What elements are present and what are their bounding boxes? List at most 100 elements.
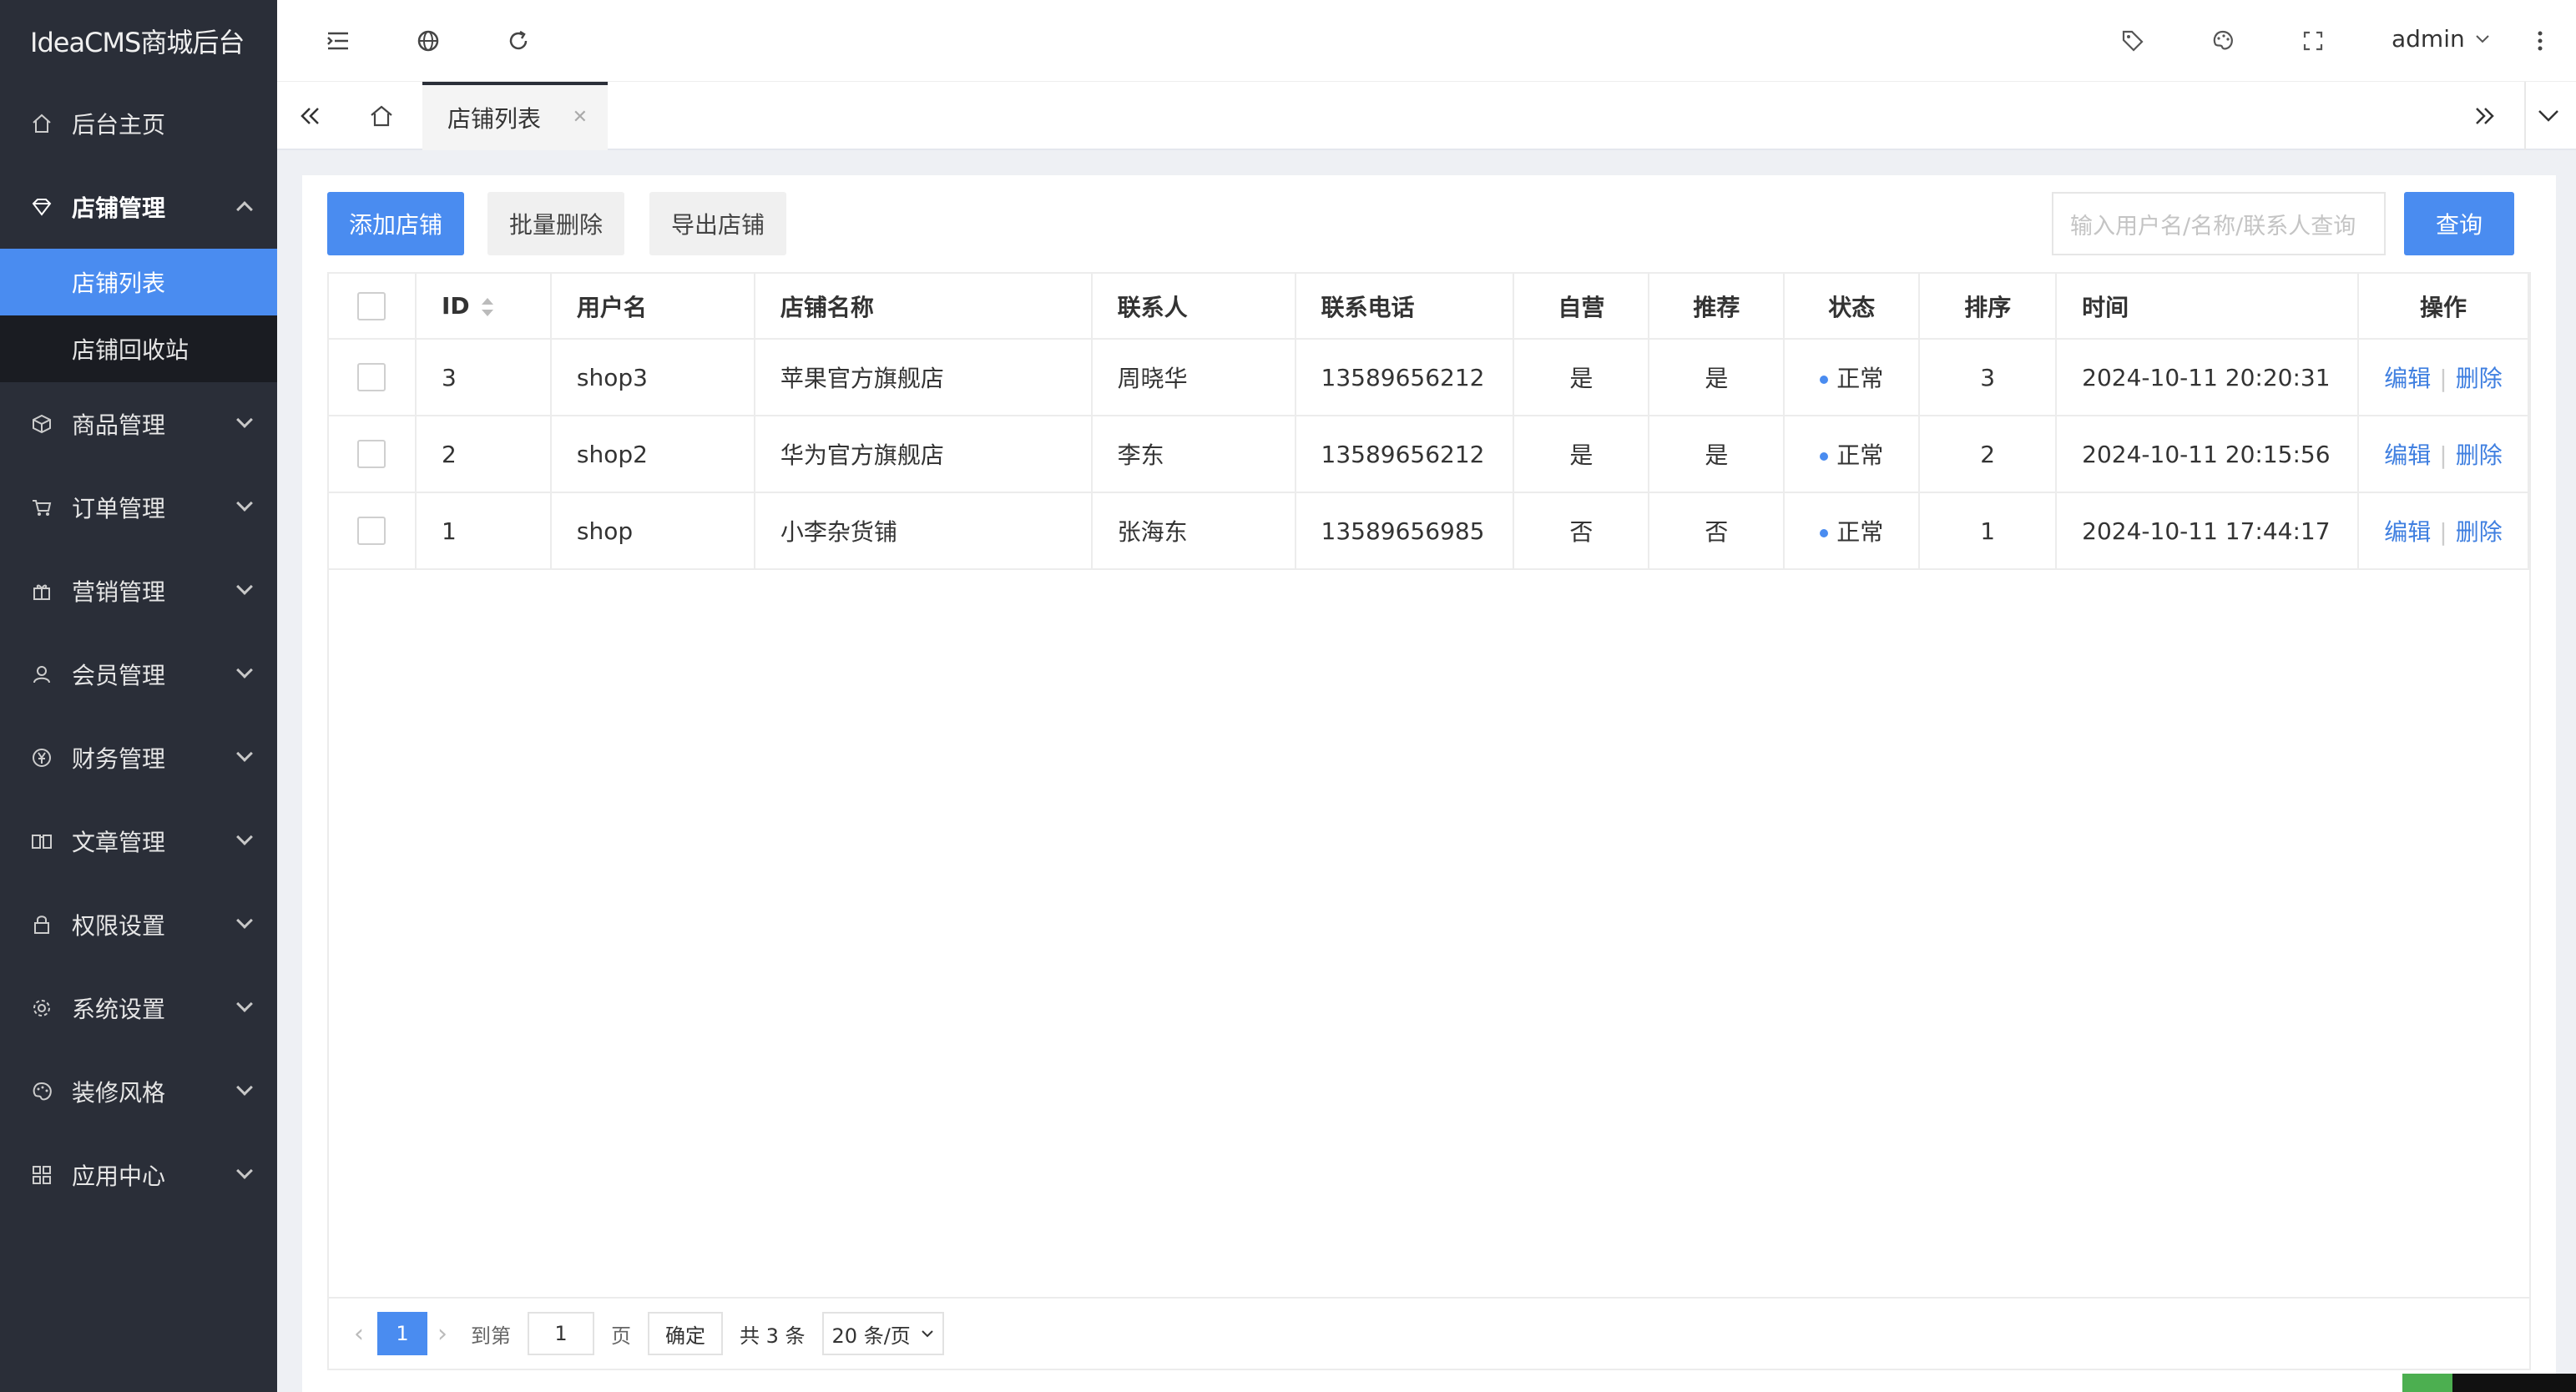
sidebar-item-finance[interactable]: 财务管理 (0, 716, 277, 799)
chevron-up-icon (236, 201, 253, 218)
delete-link[interactable]: 删除 (2456, 441, 2503, 469)
goto-page-input[interactable]: 1 (528, 1312, 594, 1355)
tabs-scroll-left-icon[interactable] (295, 102, 324, 130)
batch-delete-button[interactable]: 批量删除 (487, 192, 624, 255)
cell-status: 正常 (1784, 492, 1921, 570)
total-count: 共 3 条 (740, 1324, 806, 1348)
cart-icon (30, 496, 53, 519)
sidebar-item-label: 应用中心 (72, 1163, 166, 1190)
menu-fold-icon[interactable] (324, 27, 352, 55)
cell-sort: 1 (1919, 492, 2058, 570)
chevron-down-icon (236, 912, 253, 929)
more-vertical-icon[interactable] (2526, 27, 2554, 55)
cell-self-run: 是 (1513, 339, 1650, 416)
export-shop-button[interactable]: 导出店铺 (649, 192, 786, 255)
sidebar-item-label: 订单管理 (72, 495, 166, 522)
close-icon[interactable]: ✕ (573, 107, 588, 128)
cell-time: 2024-10-11 17:44:17 (2056, 492, 2360, 570)
yen-icon (30, 746, 53, 769)
cell-id: 1 (415, 492, 552, 570)
home-tab-icon[interactable] (367, 102, 396, 130)
col-actions: 操作 (2358, 274, 2529, 340)
sidebar-item-decoration[interactable]: 装修风格 (0, 1050, 277, 1133)
delete-link[interactable]: 删除 (2456, 365, 2503, 392)
search-input[interactable]: 输入用户名/名称/联系人查询 (2052, 192, 2386, 255)
col-sort: 排序 (1919, 274, 2058, 340)
home-icon (30, 112, 53, 135)
sidebar-item-label: 店铺管理 (72, 194, 166, 222)
sidebar-item-home[interactable]: 后台主页 (0, 82, 277, 165)
sidebar-item-orders[interactable]: 订单管理 (0, 466, 277, 549)
edit-link[interactable]: 编辑 (2384, 518, 2431, 546)
col-id[interactable]: ID (415, 274, 552, 340)
tabs-scroll-right-icon[interactable] (2471, 102, 2499, 130)
sidebar-item-system[interactable]: 系统设置 (0, 966, 277, 1050)
cell-recommend: 否 (1649, 492, 1786, 570)
chevron-down-icon (236, 996, 253, 1012)
add-shop-button[interactable]: 添加店铺 (327, 192, 464, 255)
tabs-bar: 店铺列表 ✕ (277, 82, 2576, 150)
gear-icon (30, 996, 53, 1020)
cell-shop-name: 华为官方旗舰店 (754, 416, 1093, 493)
prev-page-icon[interactable]: ‹ (354, 1319, 364, 1349)
edit-link[interactable]: 编辑 (2384, 441, 2431, 469)
cell-sort: 2 (1919, 416, 2058, 493)
chevron-down-icon (236, 662, 253, 678)
row-checkbox[interactable] (329, 339, 417, 416)
tag-icon[interactable] (2119, 27, 2147, 55)
page-size-select[interactable]: 20 条/页 (821, 1312, 944, 1355)
col-status: 状态 (1784, 274, 1921, 340)
goto-confirm-button[interactable]: 确定 (648, 1312, 723, 1355)
sidebar-subitem-shop-recycle[interactable]: 店铺回收站 (0, 315, 277, 382)
action-separator: | (2439, 365, 2447, 392)
cell-actions: 编辑 | 删除 (2358, 492, 2529, 570)
sidebar-item-label: 营销管理 (72, 578, 166, 606)
sidebar-item-marketing[interactable]: 营销管理 (0, 549, 277, 633)
app-logo: IdeaCMS商城后台 (30, 27, 245, 58)
query-button[interactable]: 查询 (2404, 192, 2514, 255)
chevron-down-icon (236, 1079, 253, 1096)
sort-icon[interactable] (481, 298, 493, 316)
cell-time: 2024-10-11 20:15:56 (2056, 416, 2360, 493)
table-row: 2 shop2 华为官方旗舰店 李东 13589656212 是 是 正常 2 … (329, 416, 2529, 493)
fullscreen-icon[interactable] (2299, 27, 2327, 55)
gift-icon (30, 579, 53, 603)
sidebar-item-articles[interactable]: 文章管理 (0, 799, 277, 883)
sidebar-item-shop-management[interactable]: 店铺管理 (0, 165, 277, 249)
cell-status: 正常 (1784, 339, 1921, 416)
sidebar-item-members[interactable]: 会员管理 (0, 633, 277, 716)
row-checkbox[interactable] (329, 492, 417, 570)
action-separator: | (2439, 518, 2447, 546)
cell-actions: 编辑 | 删除 (2358, 339, 2529, 416)
chevron-down-icon[interactable] (2534, 102, 2563, 130)
tab-shop-list[interactable]: 店铺列表 ✕ (422, 82, 608, 150)
sidebar-item-label: 装修风格 (72, 1079, 166, 1107)
status-dot (1820, 529, 1829, 537)
page-1-button[interactable]: 1 (377, 1312, 427, 1355)
row-checkbox[interactable] (329, 416, 417, 493)
refresh-icon[interactable] (504, 27, 533, 55)
cell-status: 正常 (1784, 416, 1921, 493)
chevron-down-icon (236, 495, 253, 512)
sidebar-item-label: 商品管理 (72, 411, 166, 439)
palette-icon[interactable] (2209, 27, 2237, 55)
globe-icon[interactable] (414, 27, 442, 55)
col-username: 用户名 (550, 274, 755, 340)
col-time: 时间 (2056, 274, 2360, 340)
delete-link[interactable]: 删除 (2456, 518, 2503, 546)
sidebar-subitem-shop-list[interactable]: 店铺列表 (0, 249, 277, 315)
sidebar-item-goods[interactable]: 商品管理 (0, 382, 277, 466)
sidebar-item-label: 系统设置 (72, 996, 166, 1023)
top-bar: admin (277, 0, 2576, 82)
edit-link[interactable]: 编辑 (2384, 365, 2431, 392)
next-page-icon[interactable]: › (437, 1319, 447, 1349)
col-self-run: 自营 (1513, 274, 1650, 340)
user-menu[interactable]: admin (2392, 25, 2490, 53)
select-all-checkbox[interactable] (329, 274, 417, 340)
pagination: ‹ 1 › 到第 1 页 确定 共 3 条 20 条/页 (329, 1297, 2529, 1369)
sidebar-item-permissions[interactable]: 权限设置 (0, 883, 277, 966)
sidebar-item-label: 后台主页 (72, 111, 166, 139)
sidebar-item-apps[interactable]: 应用中心 (0, 1133, 277, 1217)
table-header-row: ID 用户名 店铺名称 联系人 联系电话 自营 推荐 状态 排序 时间 操作 (329, 274, 2529, 340)
cell-phone: 13589656985 (1295, 492, 1515, 570)
